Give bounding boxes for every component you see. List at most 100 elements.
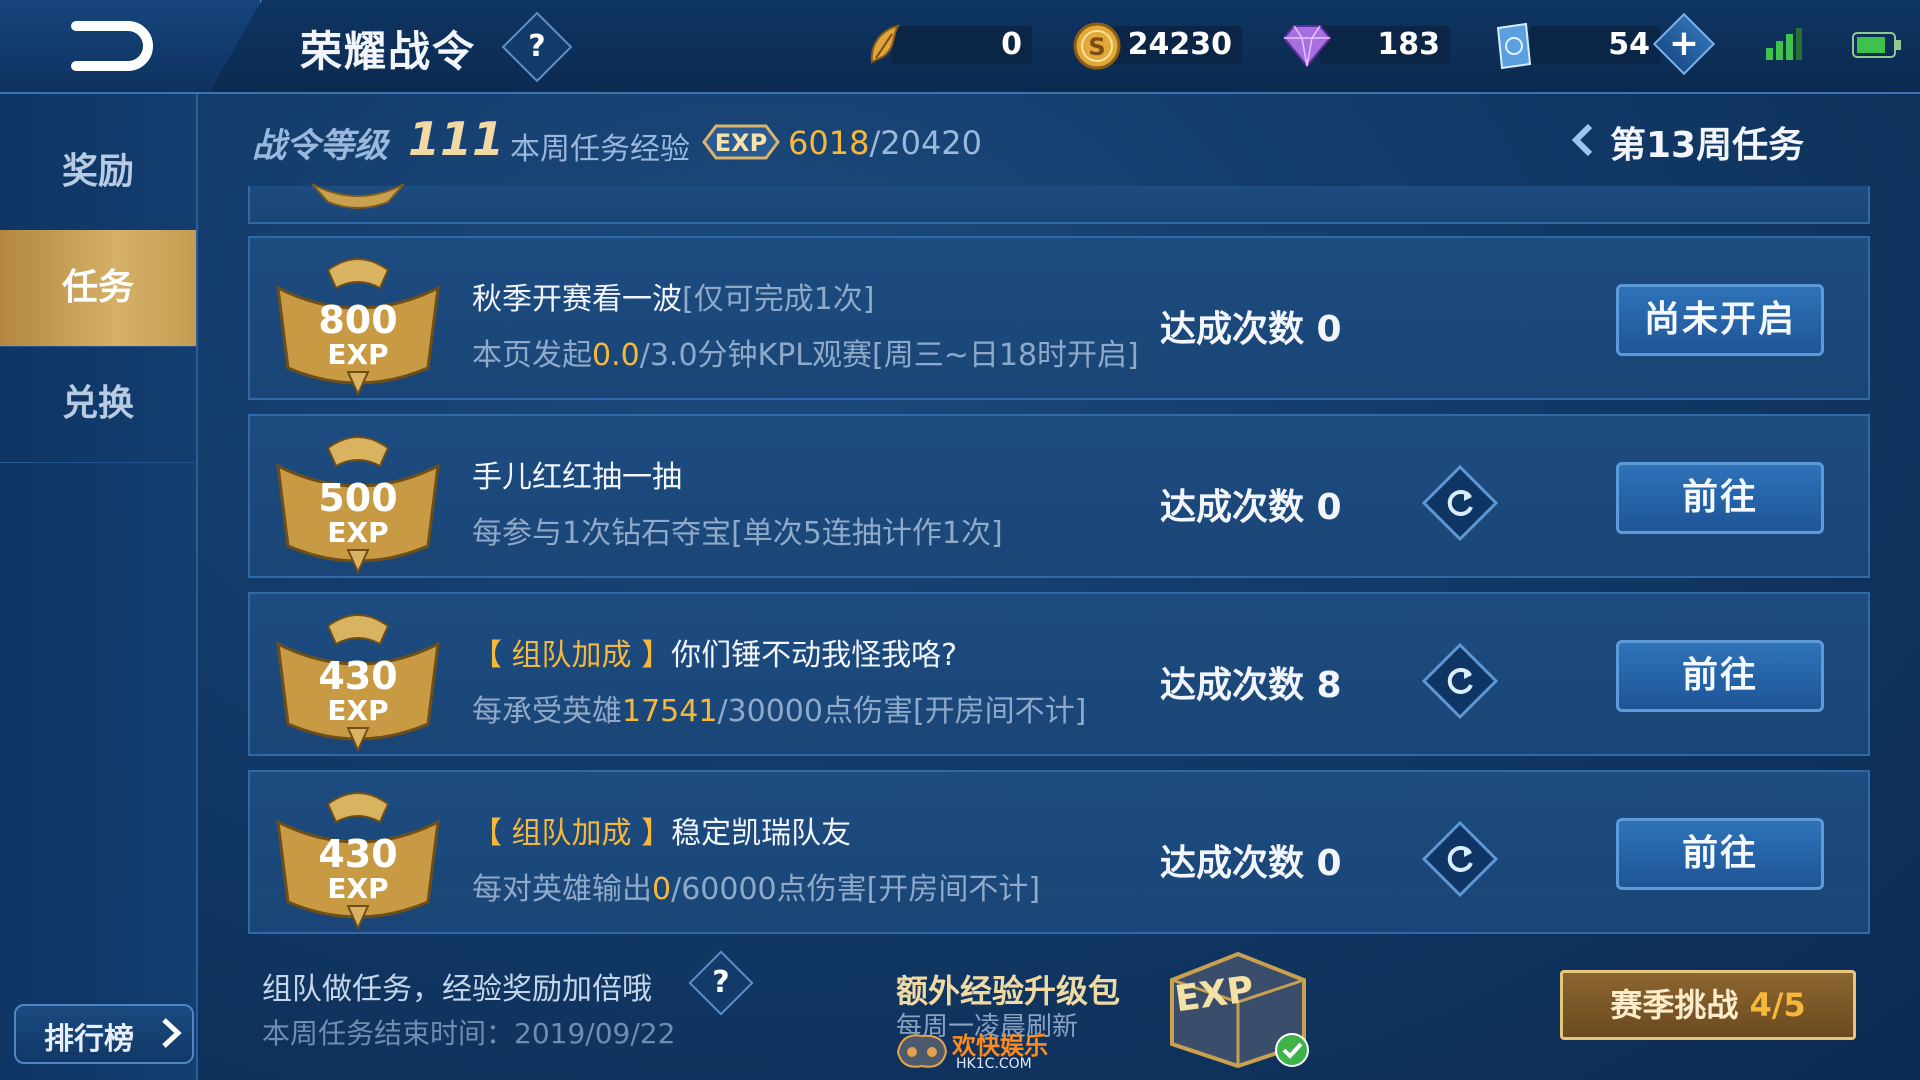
weekly-end-time: 本周任务结束时间：2019/09/22 (262, 1017, 676, 1050)
resource-diamond: 183 (1280, 22, 1450, 68)
refresh-icon (1447, 667, 1473, 694)
chevron-left-icon[interactable] (1568, 120, 1596, 160)
task-description: 每参与1次钻石夺宝[单次5连抽计作1次] (472, 508, 1003, 552)
question-mark-icon: ? (712, 965, 730, 1000)
refresh-task-button[interactable] (1421, 464, 1499, 542)
watermark-logo-icon (896, 1034, 948, 1068)
week-selector[interactable]: 第13周任务 (1610, 116, 1804, 168)
task-card-partial (248, 183, 1870, 224)
sidebar-item-tasks[interactable]: 任务 (0, 230, 196, 347)
completion-count: 达成次数 0 (1160, 843, 1342, 884)
task-description: 每对英雄输出0/60000点伤害[开房间不计] (472, 864, 1040, 908)
exp-chest-icon[interactable]: EXP (1158, 940, 1318, 1070)
exp-amount: 430 (318, 654, 398, 698)
button-label: 前往 (1681, 477, 1758, 518)
season-challenge-label: 赛季挑战 (1610, 986, 1750, 1024)
exp-medal-icon (311, 183, 405, 209)
page-title: 荣耀战令 (300, 27, 477, 76)
task-desc-text: 本页发起 (472, 338, 592, 373)
task-name: 手儿红红抽一抽 (472, 460, 682, 495)
task-description: 本页发起0.0/3.0分钟KPL观赛[周三~日18时开启] (472, 330, 1139, 374)
watermark-subtext: HK1C.COM (956, 1056, 1032, 1072)
resource-gold-coin: 24230 S (1072, 22, 1242, 70)
exp-amount: 500 (318, 476, 398, 520)
task-description: 每承受英雄17541/30000点伤害[开房间不计] (472, 686, 1086, 730)
task-progress-current: 0.0 (592, 338, 640, 373)
help-button[interactable]: ? (688, 950, 754, 1016)
task-progress-current: 0 (652, 872, 672, 907)
completion-count: 达成次数 0 (1160, 487, 1342, 528)
resource-voucher: 54 (1490, 22, 1660, 70)
button-label: 尚未开启 (1643, 299, 1796, 340)
team-bonus-tip: 组队做任务，经验奖励加倍哦 (262, 972, 652, 1007)
completion-count: 达成次数 8 (1160, 665, 1342, 706)
task-card: 430 EXP 【 组队加成 】你们锤不动我怪我咯? 每承受英雄17541/30… (248, 592, 1870, 756)
task-title: 秋季开赛看一波[仅可完成1次] (472, 274, 875, 318)
task-desc-text: 每承受英雄 (472, 694, 622, 729)
task-progress-current: 17541 (622, 694, 718, 729)
team-bonus-tag: 【 组队加成 】 (472, 816, 672, 851)
task-desc-text: 每参与1次钻石夺宝[单次5连抽计作1次] (472, 516, 1003, 551)
completion-count: 达成次数 0 (1160, 309, 1342, 350)
task-desc-text: /60000点伤害[开房间不计] (671, 872, 1041, 907)
sidebar-item-exchange[interactable]: 兑换 (0, 346, 196, 463)
task-card: 800 EXP 秋季开赛看一波[仅可完成1次] 本页发起0.0/3.0分钟KPL… (248, 236, 1870, 400)
go-button[interactable]: 前往 (1616, 640, 1824, 712)
exp-unit: EXP (327, 516, 389, 549)
voucher-icon (1496, 22, 1532, 70)
feather-token-count: 0 (892, 26, 1032, 64)
exp-amount: 430 (318, 832, 398, 876)
feather-token-icon (870, 24, 901, 64)
exp-badge-icon: EXP (702, 124, 780, 160)
svg-text:S: S (1088, 33, 1105, 61)
weekly-exp-progress: 6018/20420 (788, 124, 982, 162)
weekly-exp-total: /20420 (869, 124, 983, 162)
refresh-task-button[interactable] (1421, 642, 1499, 720)
team-bonus-tag: 【 组队加成 】 (472, 638, 672, 673)
go-button[interactable]: 前往 (1616, 462, 1824, 534)
add-voucher-button[interactable]: + (1652, 12, 1716, 76)
exp-medal: 800 EXP (268, 248, 448, 398)
refresh-icon (1447, 845, 1473, 872)
exp-medal: 500 EXP (268, 426, 448, 576)
diamond-icon (1282, 25, 1332, 68)
gold-coin-icon: S (1073, 22, 1121, 70)
week-selector-label: 第13周任务 (1610, 125, 1805, 166)
button-label: 前往 (1681, 655, 1758, 696)
battery-icon (1852, 32, 1901, 58)
back-button[interactable] (0, 0, 262, 92)
weekly-exp-current: 6018 (788, 124, 870, 162)
question-mark-icon: ? (528, 29, 546, 64)
go-button[interactable]: 前往 (1616, 818, 1824, 890)
task-name: 稳定凯瑞队友 (671, 816, 852, 851)
task-title: 【 组队加成 】你们锤不动我怪我咯? (472, 630, 957, 674)
task-desc-text: 每对英雄输出 (472, 872, 652, 907)
diamond-count: 183 (1320, 26, 1450, 64)
sidebar-item-label: 奖励 (61, 151, 134, 192)
sidebar-item-label: 兑换 (61, 383, 134, 424)
task-limit: [仅可完成1次] (682, 282, 875, 317)
sidebar-item-label: 任务 (61, 267, 134, 308)
task-title: 【 组队加成 】稳定凯瑞队友 (472, 808, 851, 852)
season-challenge-progress: 4/5 (1749, 986, 1806, 1024)
signal-icon (1766, 28, 1802, 60)
task-title: 手儿红红抽一抽 (472, 452, 682, 496)
leaderboard-button[interactable]: 排行榜 (14, 1004, 194, 1064)
voucher-count: 54 (1530, 26, 1660, 64)
task-desc-text: /30000点伤害[开房间不计] (717, 694, 1087, 729)
sidebar: 奖励 任务 兑换 (0, 94, 198, 1080)
task-card: 500 EXP 手儿红红抽一抽 每参与1次钻石夺宝[单次5连抽计作1次] 达成次… (248, 414, 1870, 578)
battle-pass-level-label: 战令等级 (252, 126, 388, 166)
sidebar-item-rewards[interactable]: 奖励 (0, 114, 196, 231)
task-card: 430 EXP 【 组队加成 】稳定凯瑞队友 每对英雄输出0/60000点伤害[… (248, 770, 1870, 934)
season-challenge-button[interactable]: 赛季挑战 4/5 (1560, 970, 1856, 1040)
not-open-button[interactable]: 尚未开启 (1616, 284, 1824, 356)
battle-pass-level-value: 111 (408, 112, 505, 166)
button-label: 前往 (1681, 833, 1758, 874)
gold-coin-count: 24230 (1112, 26, 1242, 64)
help-button[interactable]: ? (501, 11, 573, 83)
weekly-exp-label: 本周任务经验 (510, 132, 690, 167)
task-name: 你们锤不动我怪我咯? (671, 638, 958, 673)
svg-text:EXP: EXP (715, 129, 768, 157)
refresh-task-button[interactable] (1421, 820, 1499, 898)
